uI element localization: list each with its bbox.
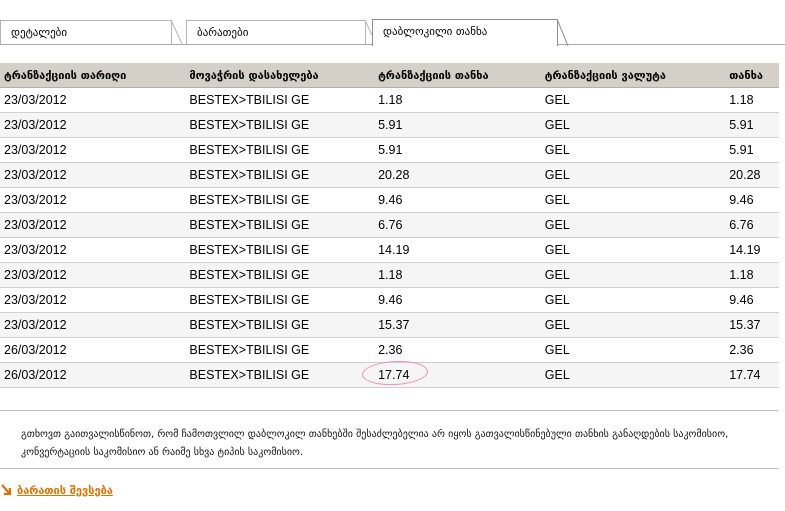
cell-currency: GEL [540,87,726,113]
tab-blocked-amount-label: დაბლოკილი თანხა [383,25,488,38]
cell-currency: GEL [540,337,726,363]
tab-details[interactable]: დეტალები [0,20,183,45]
cell-merchant: BESTEX>TBILISI GE [185,312,375,338]
cell-amount: 5.91 [725,112,779,138]
cell-date: 23/03/2012 [0,212,186,238]
cell-amount: 14.19 [725,237,779,263]
cell-date: 26/03/2012 [0,337,186,363]
col-transaction-date: ტრანზაქციის თარიღი [0,63,186,88]
cell-date: 23/03/2012 [0,187,186,213]
col-merchant-name: მოვაჭრის დასახელება [185,63,375,88]
cell-currency: GEL [540,112,726,138]
transactions-table: ტრანზაქციის თარიღი მოვაჭრის დასახელება ტ… [0,63,779,388]
cell-amount: 20.28 [725,162,779,188]
cell-transaction-amount: 1.18 [374,87,541,113]
cell-amount: 17.74 [725,362,779,388]
col-transaction-amount: ტრანზაქციის თანხა [374,63,541,88]
table-row: 23/03/2012 BESTEX>TBILISI GE 5.91 GEL 5.91 [0,137,779,163]
cell-amount: 9.46 [725,287,779,313]
table-row: 23/03/2012 BESTEX>TBILISI GE 15.37 GEL 15.37 [0,312,779,338]
cell-merchant: BESTEX>TBILISI GE [185,137,375,163]
cell-date: 23/03/2012 [0,287,186,313]
cell-merchant: BESTEX>TBILISI GE [185,87,375,113]
cell-transaction-amount: 14.19 [374,237,541,263]
cell-date: 26/03/2012 [0,362,186,388]
table-row: 23/03/2012 BESTEX>TBILISI GE 9.46 GEL 9.46 [0,187,779,213]
cell-merchant: BESTEX>TBILISI GE [185,337,375,363]
tab-cards-label: ბარათები [197,26,249,39]
cell-transaction-amount: 5.91 [374,137,541,163]
cell-currency: GEL [540,362,726,388]
cell-merchant: BESTEX>TBILISI GE [185,112,375,138]
cell-amount: 2.36 [725,337,779,363]
cell-amount: 15.37 [725,312,779,338]
cell-date: 23/03/2012 [0,237,186,263]
cell-merchant: BESTEX>TBILISI GE [185,212,375,238]
cell-currency: GEL [540,187,726,213]
cell-merchant: BESTEX>TBILISI GE [185,262,375,288]
cell-currency: GEL [540,212,726,238]
cell-currency: GEL [540,287,726,313]
table-row: 26/03/2012 BESTEX>TBILISI GE 17.74 GEL 17.74 [0,362,779,388]
cell-amount: 9.46 [725,187,779,213]
table-row: 23/03/2012 BESTEX>TBILISI GE 9.46 GEL 9.46 [0,287,779,313]
cell-date: 23/03/2012 [0,162,186,188]
table-header-row: ტრანზაქციის თარიღი მოვაჭრის დასახელება ტ… [0,63,779,88]
cell-transaction-amount: 15.37 [374,312,541,338]
back-link-label: ბარათის შევსება [17,483,113,497]
cell-date: 23/03/2012 [0,112,186,138]
cell-transaction-amount: 6.76 [374,212,541,238]
table-row: 23/03/2012 BESTEX>TBILISI GE 20.28 GEL 20.28 [0,162,779,188]
cell-currency: GEL [540,262,726,288]
col-amount: თანხა [725,63,779,88]
table-row: 26/03/2012 BESTEX>TBILISI GE 2.36 GEL 2.36 [0,337,779,363]
cell-merchant: BESTEX>TBILISI GE [185,287,375,313]
cell-transaction-amount: 5.91 [374,112,541,138]
cell-transaction-amount: 20.28 [374,162,541,188]
cell-date: 23/03/2012 [0,87,186,113]
tab-details-label: დეტალები [11,26,68,39]
cell-transaction-amount: 9.46 [374,187,541,213]
cell-date: 23/03/2012 [0,137,186,163]
cell-merchant: BESTEX>TBILISI GE [185,187,375,213]
cell-merchant: BESTEX>TBILISI GE [185,237,375,263]
table-row: 23/03/2012 BESTEX>TBILISI GE 1.18 GEL 1.18 [0,262,779,288]
cell-amount: 1.18 [725,262,779,288]
cell-amount: 1.18 [725,87,779,113]
tab-bar: დეტალები ბარათები დაბლოკილი თანხა [0,0,785,47]
cell-date: 23/03/2012 [0,262,186,288]
cell-transaction-amount: 17.74 [374,362,541,388]
tab-cards[interactable]: ბარათები [186,20,377,45]
cell-amount: 5.91 [725,137,779,163]
cell-transaction-amount: 2.36 [374,337,541,363]
cell-currency: GEL [540,162,726,188]
cell-transaction-amount: 1.18 [374,262,541,288]
cell-merchant: BESTEX>TBILISI GE [185,362,375,388]
orange-arrow-icon [1,484,12,496]
table-row: 23/03/2012 BESTEX>TBILISI GE 5.91 GEL 5.91 [0,112,779,138]
cell-amount: 6.76 [725,212,779,238]
table-row: 23/03/2012 BESTEX>TBILISI GE 14.19 GEL 14.19 [0,237,779,263]
table-row: 23/03/2012 BESTEX>TBILISI GE 6.76 GEL 6.76 [0,212,779,238]
cell-currency: GEL [540,137,726,163]
cell-currency: GEL [540,312,726,338]
col-transaction-currency: ტრანზაქციის ვალუტა [540,63,726,88]
note-box: გთხოვთ გაითვალისწინოთ, რომ ჩამოთვლილ დაბ… [0,410,778,469]
cell-transaction-amount: 9.46 [374,287,541,313]
cell-merchant: BESTEX>TBILISI GE [185,162,375,188]
table-row: 23/03/2012 BESTEX>TBILISI GE 1.18 GEL 1.18 [0,87,779,113]
cell-currency: GEL [540,237,726,263]
cell-date: 23/03/2012 [0,312,186,338]
tab-blocked-amount[interactable]: დაბლოკილი თანხა [372,19,569,47]
disclaimer-note: გთხოვთ გაითვალისწინოთ, რომ ჩამოთვლილ დაბ… [21,429,729,458]
back-to-cards-link[interactable]: ბარათის შევსება [0,482,113,498]
